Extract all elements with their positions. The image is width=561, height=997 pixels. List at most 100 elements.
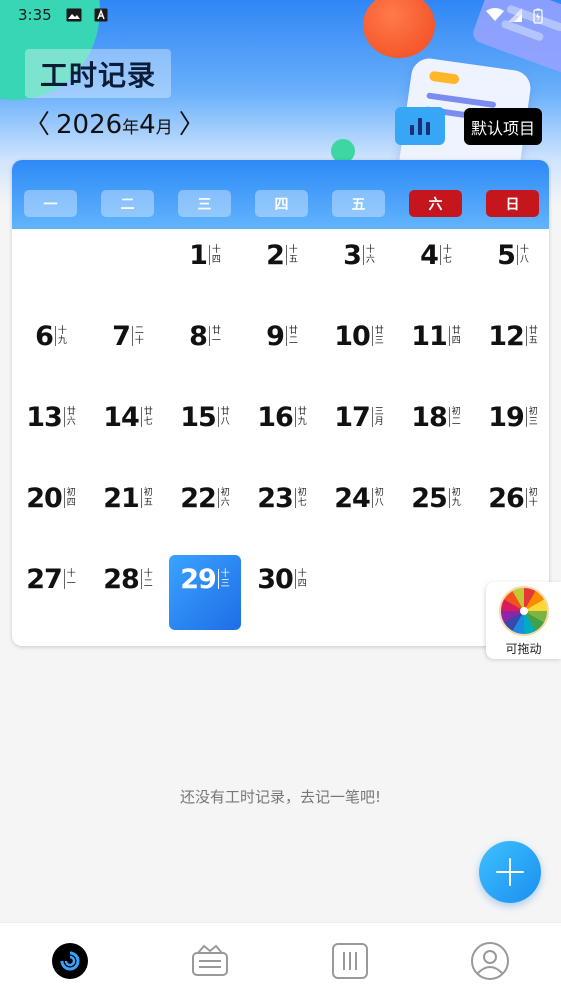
day-number: 6 <box>35 321 54 352</box>
day-number: 26 <box>488 483 525 514</box>
font-icon <box>94 8 108 22</box>
day-cell[interactable]: 23 初七 <box>246 474 318 549</box>
day-cell[interactable]: 12 廿五 <box>477 312 549 387</box>
day-cell[interactable]: 16 廿九 <box>246 393 318 468</box>
day-cell[interactable]: 21 初五 <box>92 474 164 549</box>
day-cell[interactable]: 9 廿二 <box>246 312 318 387</box>
lunar-date: 廿二 <box>285 326 298 346</box>
lunar-date: 廿三 <box>371 326 384 346</box>
lunar-date: 初六 <box>217 488 230 508</box>
bottom-navigation <box>0 922 561 997</box>
page-title: 工时记录 <box>25 49 171 98</box>
day-cell[interactable]: 26 初十 <box>477 474 549 549</box>
nav-stats[interactable] <box>330 941 370 981</box>
lunar-date: 廿六 <box>63 407 76 427</box>
day-number: 7 <box>112 321 131 352</box>
day-cell[interactable]: 8 廿一 <box>169 312 241 387</box>
chevron-right-icon[interactable]: 〉 <box>179 112 205 138</box>
day-number: 23 <box>257 483 294 514</box>
nav-records[interactable] <box>190 941 230 981</box>
lunar-date: 初九 <box>448 488 461 508</box>
lucky-wheel-widget[interactable]: 可拖动 <box>486 582 561 659</box>
day-cell[interactable]: 22 初六 <box>169 474 241 549</box>
day-cell-selected[interactable]: 29 十三 <box>168 555 241 630</box>
project-selector-button[interactable]: 默认项目 <box>464 108 542 145</box>
day-cell[interactable]: 3 十六 <box>323 231 395 306</box>
day-number: 30 <box>257 564 294 595</box>
lunar-date: 初四 <box>63 488 76 508</box>
day-cell[interactable]: 10 廿三 <box>323 312 395 387</box>
day-number: 9 <box>266 321 285 352</box>
day-cell[interactable]: 5 十八 <box>477 231 549 306</box>
day-number: 5 <box>497 240 516 271</box>
year-suffix: 年 <box>122 118 140 138</box>
lunar-date: 廿一 <box>208 326 221 346</box>
lunar-date: 十七 <box>439 245 452 265</box>
day-cell[interactable]: 30 十四 <box>246 555 318 630</box>
day-number: 12 <box>488 321 525 352</box>
status-time: 3:35 <box>18 6 52 24</box>
day-cell[interactable]: 14 廿七 <box>92 393 164 468</box>
day-cell[interactable]: 17 三月 <box>323 393 395 468</box>
month-navigator: 〈 2026 年 4 月 〉 <box>24 109 205 141</box>
nav-profile[interactable] <box>470 941 510 981</box>
day-number: 16 <box>257 402 294 433</box>
day-cell[interactable]: 1 十四 <box>169 231 241 306</box>
day-number: 27 <box>26 564 63 595</box>
month-value: 4 <box>139 110 156 140</box>
day-cell[interactable]: 27 十一 <box>15 555 87 630</box>
current-month-label[interactable]: 2026 年 4 月 <box>54 110 173 140</box>
day-cell[interactable]: 19 初三 <box>477 393 549 468</box>
day-cell[interactable]: 11 廿四 <box>400 312 472 387</box>
day-number: 19 <box>488 402 525 433</box>
day-cell[interactable]: 2 十五 <box>246 231 318 306</box>
lunar-date: 初十 <box>525 488 538 508</box>
status-bar: 3:35 <box>0 0 561 30</box>
day-cell[interactable]: 18 初二 <box>400 393 472 468</box>
lunar-date: 廿七 <box>140 407 153 427</box>
add-record-button[interactable] <box>479 841 541 903</box>
lunar-date: 三月 <box>371 407 384 427</box>
prize-wheel-icon <box>499 586 549 636</box>
day-number: 15 <box>180 402 217 433</box>
day-number: 10 <box>334 321 371 352</box>
day-number: 25 <box>411 483 448 514</box>
day-number: 2 <box>266 240 285 271</box>
day-number: 13 <box>26 402 63 433</box>
empty-state-message: 还没有工时记录，去记一笔吧! <box>179 788 381 806</box>
day-cell[interactable]: 28 十二 <box>92 555 164 630</box>
weekday-label: 三 <box>178 190 231 217</box>
lunar-date: 初二 <box>448 407 461 427</box>
day-cell[interactable]: 24 初八 <box>323 474 395 549</box>
day-cell[interactable]: 25 初九 <box>400 474 472 549</box>
day-number: 4 <box>420 240 439 271</box>
bar-chart-icon <box>410 125 414 135</box>
lunar-date: 初五 <box>140 488 153 508</box>
lunar-date: 十五 <box>285 245 298 265</box>
chevron-left-icon[interactable]: 〈 <box>24 112 50 138</box>
weekday-label: 二 <box>101 190 154 217</box>
lunar-date: 十八 <box>516 245 529 265</box>
day-number: 24 <box>334 483 371 514</box>
day-number: 29 <box>180 564 217 595</box>
day-cell[interactable]: 15 廿八 <box>169 393 241 468</box>
weekday-label: 日 <box>486 190 539 217</box>
image-icon <box>66 8 82 22</box>
year-value: 2026 <box>56 110 123 140</box>
day-cell[interactable]: 7 二十 <box>92 312 164 387</box>
nav-home[interactable] <box>50 941 90 981</box>
lunar-date: 十一 <box>63 569 76 589</box>
weekday-label: 六 <box>409 190 462 217</box>
day-cell[interactable]: 6 十九 <box>15 312 87 387</box>
day-number: 11 <box>411 321 448 352</box>
weekday-label: 五 <box>332 190 385 217</box>
day-cell[interactable]: 13 廿六 <box>15 393 87 468</box>
wallet-icon <box>192 944 228 976</box>
lunar-date: 十三 <box>217 569 230 589</box>
month-suffix: 月 <box>155 118 173 138</box>
day-cell[interactable]: 20 初四 <box>15 474 87 549</box>
day-number: 22 <box>180 483 217 514</box>
statistics-button[interactable] <box>395 107 445 145</box>
day-cell[interactable]: 4 十七 <box>400 231 472 306</box>
weekday-header: 一二三四五六日 <box>12 160 549 229</box>
